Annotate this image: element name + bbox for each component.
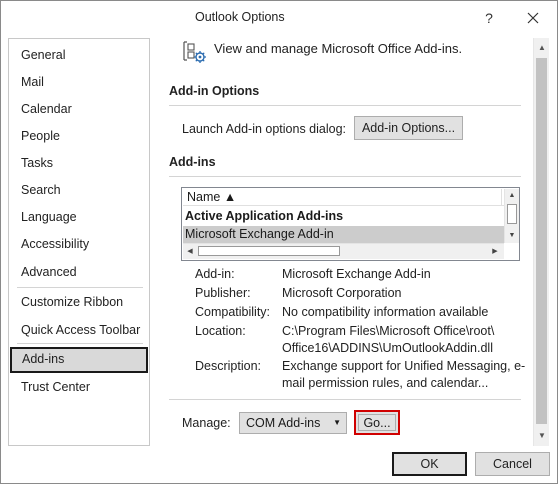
page-description: View and manage Microsoft Office Add-ins…: [214, 41, 463, 56]
list-horizontal-scrollbar[interactable]: ◀ ▶: [183, 243, 504, 259]
sidebar-item-search[interactable]: Search: [10, 178, 148, 202]
options-sidebar: General Mail Calendar People Tasks Searc…: [8, 38, 150, 446]
sidebar-item-tasks[interactable]: Tasks: [10, 151, 148, 175]
list-vertical-scrollbar[interactable]: ▲ ▼: [504, 189, 519, 243]
addin-options-button-label: Add-in Options...: [361, 121, 456, 135]
manage-select[interactable]: COM Add-ins ▼: [239, 412, 347, 434]
sidebar-item-customize-ribbon[interactable]: Customize Ribbon: [10, 290, 148, 314]
sidebar-item-calendar[interactable]: Calendar: [10, 97, 148, 121]
ok-button[interactable]: OK: [392, 452, 467, 476]
options-scroll-thumb[interactable]: [536, 58, 547, 424]
detail-publisher-value: Microsoft Corporation: [282, 286, 402, 300]
list-header: Name ▲: [183, 189, 504, 206]
detail-addin-label: Add-in:: [195, 267, 235, 281]
sidebar-item-trust-center[interactable]: Trust Center: [10, 375, 148, 399]
section-title-add-ins: Add-ins: [169, 155, 216, 169]
detail-description-line1: Exchange support for Unified Messaging, …: [282, 359, 526, 373]
detail-publisher-label: Publisher:: [195, 286, 251, 300]
detail-compatibility-value: No compatibility information available: [282, 305, 489, 319]
help-button[interactable]: ?: [477, 7, 501, 29]
sidebar-item-language[interactable]: Language: [10, 205, 148, 229]
cancel-button-label: Cancel: [493, 457, 532, 471]
list-group-active: Active Application Add-ins: [185, 209, 344, 223]
sidebar-item-people[interactable]: People: [10, 124, 148, 148]
outlook-options-dialog: Outlook Options ? General Mail Calendar …: [0, 0, 558, 484]
section-title-addin-options: Add-in Options: [169, 84, 260, 98]
sidebar-divider: [17, 287, 143, 288]
close-icon: [527, 12, 539, 24]
detail-description-label: Description:: [195, 359, 261, 373]
add-ins-list[interactable]: Name ▲ Active Application Add-ins Micros…: [181, 187, 520, 261]
detail-location-label: Location:: [195, 324, 246, 338]
sidebar-item-accessibility[interactable]: Accessibility: [10, 232, 148, 256]
detail-location-line2: Office16\ADDINS\UmOutlookAddin.dll: [282, 341, 493, 355]
list-hscroll-thumb[interactable]: [198, 246, 340, 256]
sidebar-divider: [17, 343, 143, 344]
detail-location-line1: C:\Program Files\Microsoft Office\root\: [282, 324, 495, 338]
detail-compatibility-label: Compatibility:: [195, 305, 271, 319]
cancel-button[interactable]: Cancel: [475, 452, 550, 476]
addin-options-button[interactable]: Add-in Options...: [354, 116, 463, 140]
detail-addin-value: Microsoft Exchange Add-in: [282, 267, 431, 281]
sidebar-item-advanced[interactable]: Advanced: [10, 260, 148, 284]
add-ins-gear-icon: [183, 41, 206, 63]
scroll-right-icon[interactable]: ▶: [488, 244, 502, 259]
title-bar: Outlook Options ?: [1, 1, 557, 34]
sidebar-item-mail[interactable]: Mail: [10, 70, 148, 94]
scroll-up-icon[interactable]: ▲: [505, 189, 519, 203]
section-divider: [169, 105, 521, 106]
sidebar-item-quick-access-toolbar[interactable]: Quick Access Toolbar: [10, 318, 148, 342]
launch-addin-options-label: Launch Add-in options dialog:: [182, 122, 347, 136]
close-button[interactable]: [519, 7, 547, 29]
window-title: Outlook Options: [195, 10, 285, 24]
scroll-down-icon[interactable]: ▼: [534, 428, 550, 444]
detail-description-line2: mail permission rules, and calendar...: [282, 376, 489, 390]
sidebar-item-general[interactable]: General: [10, 43, 148, 67]
list-item-microsoft-exchange[interactable]: Microsoft Exchange Add-in: [183, 226, 504, 243]
manage-select-value: COM Add-ins: [246, 416, 321, 430]
section-divider: [169, 399, 521, 400]
go-button[interactable]: Go...: [354, 410, 400, 435]
chevron-down-icon: ▼: [333, 418, 341, 427]
section-divider: [169, 176, 521, 177]
sidebar-item-add-ins[interactable]: Add-ins: [10, 347, 148, 373]
manage-label: Manage:: [182, 416, 231, 430]
go-button-label: Go...: [358, 414, 396, 431]
column-header-name[interactable]: Name ▲: [184, 189, 502, 206]
list-scroll-thumb[interactable]: [507, 204, 517, 224]
scroll-up-icon[interactable]: ▲: [534, 40, 550, 56]
ok-button-label: OK: [420, 457, 439, 471]
options-vertical-scrollbar[interactable]: ▲ ▼: [533, 38, 549, 446]
scroll-left-icon[interactable]: ◀: [183, 244, 197, 259]
scroll-down-icon[interactable]: ▼: [505, 229, 519, 243]
